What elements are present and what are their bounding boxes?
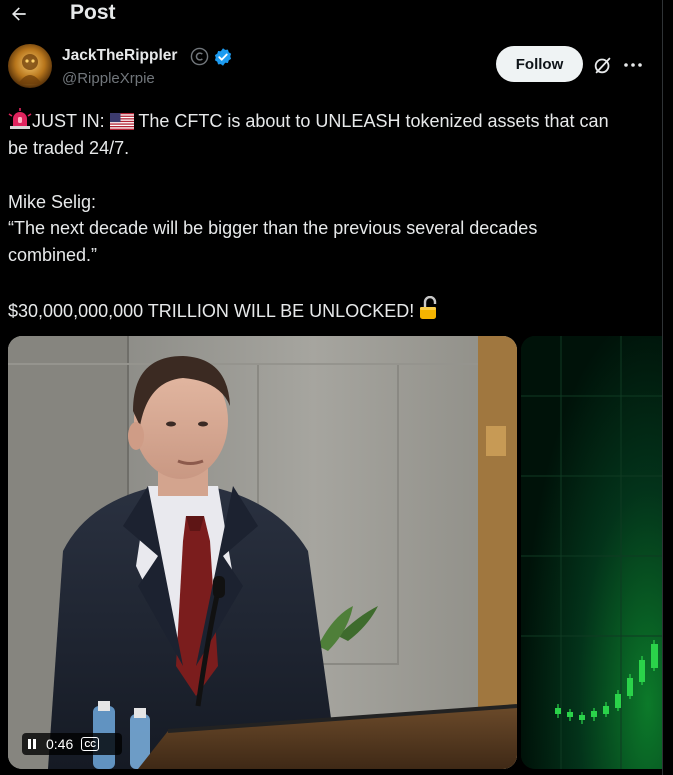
post-page: Post JackTheRippler @RippleXrpie Follow … xyxy=(0,0,673,775)
page-gutter xyxy=(663,0,673,775)
tweet-line6: $30,000,000,000 TRILLION WILL BE UNLOCKE… xyxy=(8,301,420,321)
video-time: 0:46 xyxy=(46,736,74,752)
verified-badge-icon[interactable] xyxy=(213,47,233,67)
tweet-line: JUST IN: The CFTC is about to UNLEASH to… xyxy=(8,108,609,137)
copyright-circle-icon xyxy=(190,47,209,66)
tweet-line4: “The next decade will be bigger than the… xyxy=(8,218,538,238)
tweet-line: $30,000,000,000 TRILLION WILL BE UNLOCKE… xyxy=(8,295,439,327)
follow-button[interactable]: Follow xyxy=(496,46,583,82)
page-title: Post xyxy=(70,1,116,24)
arrow-left-icon[interactable] xyxy=(8,3,30,25)
author-name[interactable]: JackTheRippler xyxy=(62,47,177,65)
closed-captions-icon[interactable]: CC xyxy=(81,737,100,751)
open-lock-icon xyxy=(419,295,439,327)
video-player[interactable] xyxy=(8,336,517,769)
more-dots-icon[interactable] xyxy=(622,54,644,76)
siren-icon xyxy=(8,108,32,137)
tweet-line2: be traded 24/7. xyxy=(8,138,130,158)
tweet-line1: JUST IN: xyxy=(32,111,110,131)
pause-icon[interactable] xyxy=(28,738,38,750)
tweet-line3: Mike Selig: xyxy=(8,192,97,212)
avatar[interactable] xyxy=(8,44,52,88)
video-controls: 0:46 CC xyxy=(22,733,122,755)
post-header: Post xyxy=(0,0,662,28)
tweet-line5: combined.” xyxy=(8,245,98,265)
green-candlestick-chart-icon[interactable] xyxy=(521,336,662,769)
grok-icon[interactable] xyxy=(592,54,614,76)
us-flag-icon xyxy=(109,111,134,137)
tweet-line1b: The CFTC is about to UNLEASH tokenized a… xyxy=(133,111,609,131)
author-handle[interactable]: @RippleXrpie xyxy=(62,70,155,87)
